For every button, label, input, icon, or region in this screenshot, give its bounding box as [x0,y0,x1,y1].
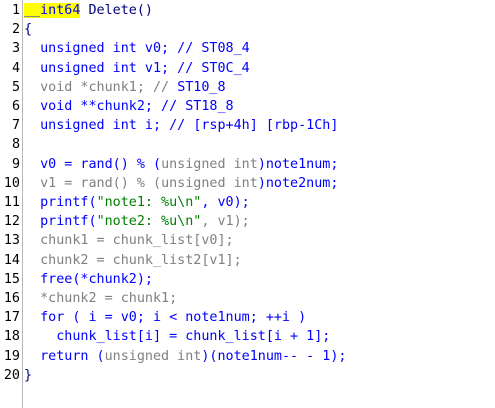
code-token: unsigned int [161,156,258,172]
code-token: unsigned int [104,348,202,364]
code-line[interactable]: 3 unsigned int v0; // ST08_4 [0,39,495,58]
code-text: unsigned int v1; // ST0C_4 [24,59,250,78]
code-line[interactable]: 7 unsigned int i; // [rsp+4h] [rbp-1Ch] [0,116,495,135]
code-line[interactable]: 6 void **chunk2; // ST18_8 [0,97,495,116]
code-text: { [24,20,32,39]
line-number: 14 [3,252,20,268]
line-number: 5 [11,79,20,95]
code-text: printf("note1: %u\n", v0); [24,193,250,212]
code-token: free(*chunk2); [24,271,153,287]
code-token: ST10_8 [177,79,226,95]
code-token: ST0C_4 [201,60,250,76]
line-number: 1 [11,3,20,18]
code-line[interactable]: 1 __int64 Delete() [0,1,495,20]
line-number: 8 [11,137,20,153]
code-text: v1 = rand() % (unsigned int)note2num; [24,174,338,193]
line-number: 9 [11,156,20,172]
highlighted-token: __int64 [24,3,81,18]
line-number: 3 [11,41,20,57]
code-token: , v1); [201,214,250,230]
code-token: chunk_list[i] = chunk_list[i + 1]; [24,329,331,345]
code-line[interactable]: 4 unsigned int v1; // ST0C_4 [0,59,495,78]
code-line[interactable]: 18 chunk_list[i] = chunk_list[i + 1]; [0,327,495,346]
line-number: 13 [3,233,20,249]
code-token: "note1: %u\n" [96,195,202,210]
code-text: v0 = rand() % (unsigned int)note1num; [24,155,338,174]
code-text: } [24,366,32,385]
code-token: void *chunk1; // [24,79,178,95]
code-token: ST18_8 [185,99,234,114]
code-text: unsigned int i; // [rsp+4h] [rbp-1Ch] [24,116,338,135]
code-token: )(note1num-- - 1); [201,348,347,364]
code-line[interactable]: 10 v1 = rand() % (unsigned int)note2num; [0,174,495,193]
code-token: void **chunk2; // [24,99,186,114]
code-token: [rsp+4h] [rbp-1Ch] [193,118,339,134]
code-line[interactable]: 8 [0,135,495,154]
code-token: Delete() [80,3,153,18]
code-text: return (unsigned int)(note1num-- - 1); [24,347,347,366]
line-number: 11 [3,195,20,210]
code-text: void **chunk2; // ST18_8 [24,97,234,116]
code-line[interactable]: 16 *chunk2 = chunk1; [0,289,495,308]
line-number: 12 [3,214,20,230]
code-token: "note2: %u\n" [96,214,202,230]
code-line[interactable]: 17 for ( i = v0; i < note1num; ++i ) [0,308,495,327]
code-token: printf( [24,214,97,230]
code-line[interactable]: 9 v0 = rand() % (unsigned int)note1num; [0,155,495,174]
code-token: chunk2 = chunk_list2[v1]; [24,252,242,268]
code-line[interactable]: 20} [0,366,495,385]
code-token: unsigned int [161,175,258,191]
code-text: chunk2 = chunk_list2[v1]; [24,251,242,270]
code-text: void *chunk1; // ST10_8 [24,78,226,97]
code-token: *chunk2 = chunk1; [24,291,178,306]
code-token: )note2num; [257,175,339,191]
line-number: 4 [11,60,20,76]
code-token: unsigned int i; // [24,118,194,134]
code-token: )note1num; [257,156,339,172]
line-number: 16 [3,291,20,306]
code-token: return ( [24,348,105,364]
code-token: } [24,367,33,383]
code-text: __int64 Delete() [24,1,153,20]
code-token: printf( [24,195,97,210]
code-token: { [24,22,33,38]
code-line[interactable]: 14 chunk2 = chunk_list2[v1]; [0,251,495,270]
code-line[interactable]: 12 printf("note2: %u\n", v1); [0,212,495,231]
code-text: free(*chunk2); [24,270,153,289]
line-number: 18 [3,329,20,345]
code-token: v1 = rand() % ( [24,175,162,191]
code-token: , v0); [201,195,250,210]
line-number: 7 [11,118,20,134]
line-number: 19 [3,348,20,364]
code-text: printf("note2: %u\n", v1); [24,212,250,231]
line-number: 2 [11,22,20,38]
code-text: chunk_list[i] = chunk_list[i + 1]; [24,327,330,346]
code-token: unsigned int v0; // [24,41,202,57]
code-token: for ( i = v0; i < note1num; ++i ) [24,310,307,326]
code-line[interactable]: 11 printf("note1: %u\n", v0); [0,193,495,212]
line-number: 17 [3,310,20,326]
code-line[interactable]: 13 chunk1 = chunk_list[v0]; [0,231,495,250]
code-line[interactable]: 19 return (unsigned int)(note1num-- - 1)… [0,347,495,366]
code-token: v0 = rand() % ( [24,156,162,172]
code-token: ST08_4 [201,41,250,57]
code-line[interactable]: 15 free(*chunk2); [0,270,495,289]
code-line[interactable]: 5 void *chunk1; // ST10_8 [0,78,495,97]
code-token: unsigned int v1; // [24,60,202,76]
line-number: 20 [3,367,20,383]
code-line[interactable]: 2{ [0,20,495,39]
line-number: 15 [3,271,20,287]
code-text: *chunk2 = chunk1; [24,289,177,308]
code-text: unsigned int v0; // ST08_4 [24,39,250,58]
line-number: 10 [3,175,20,191]
code-token: chunk1 = chunk_list[v0]; [24,233,234,249]
code-text: for ( i = v0; i < note1num; ++i ) [24,308,306,327]
line-number: 6 [11,99,20,114]
pseudocode-editor[interactable]: 1 __int64 Delete() 2{3 unsigned int v0; //… [0,0,495,408]
code-text: chunk1 = chunk_list[v0]; [24,231,234,250]
